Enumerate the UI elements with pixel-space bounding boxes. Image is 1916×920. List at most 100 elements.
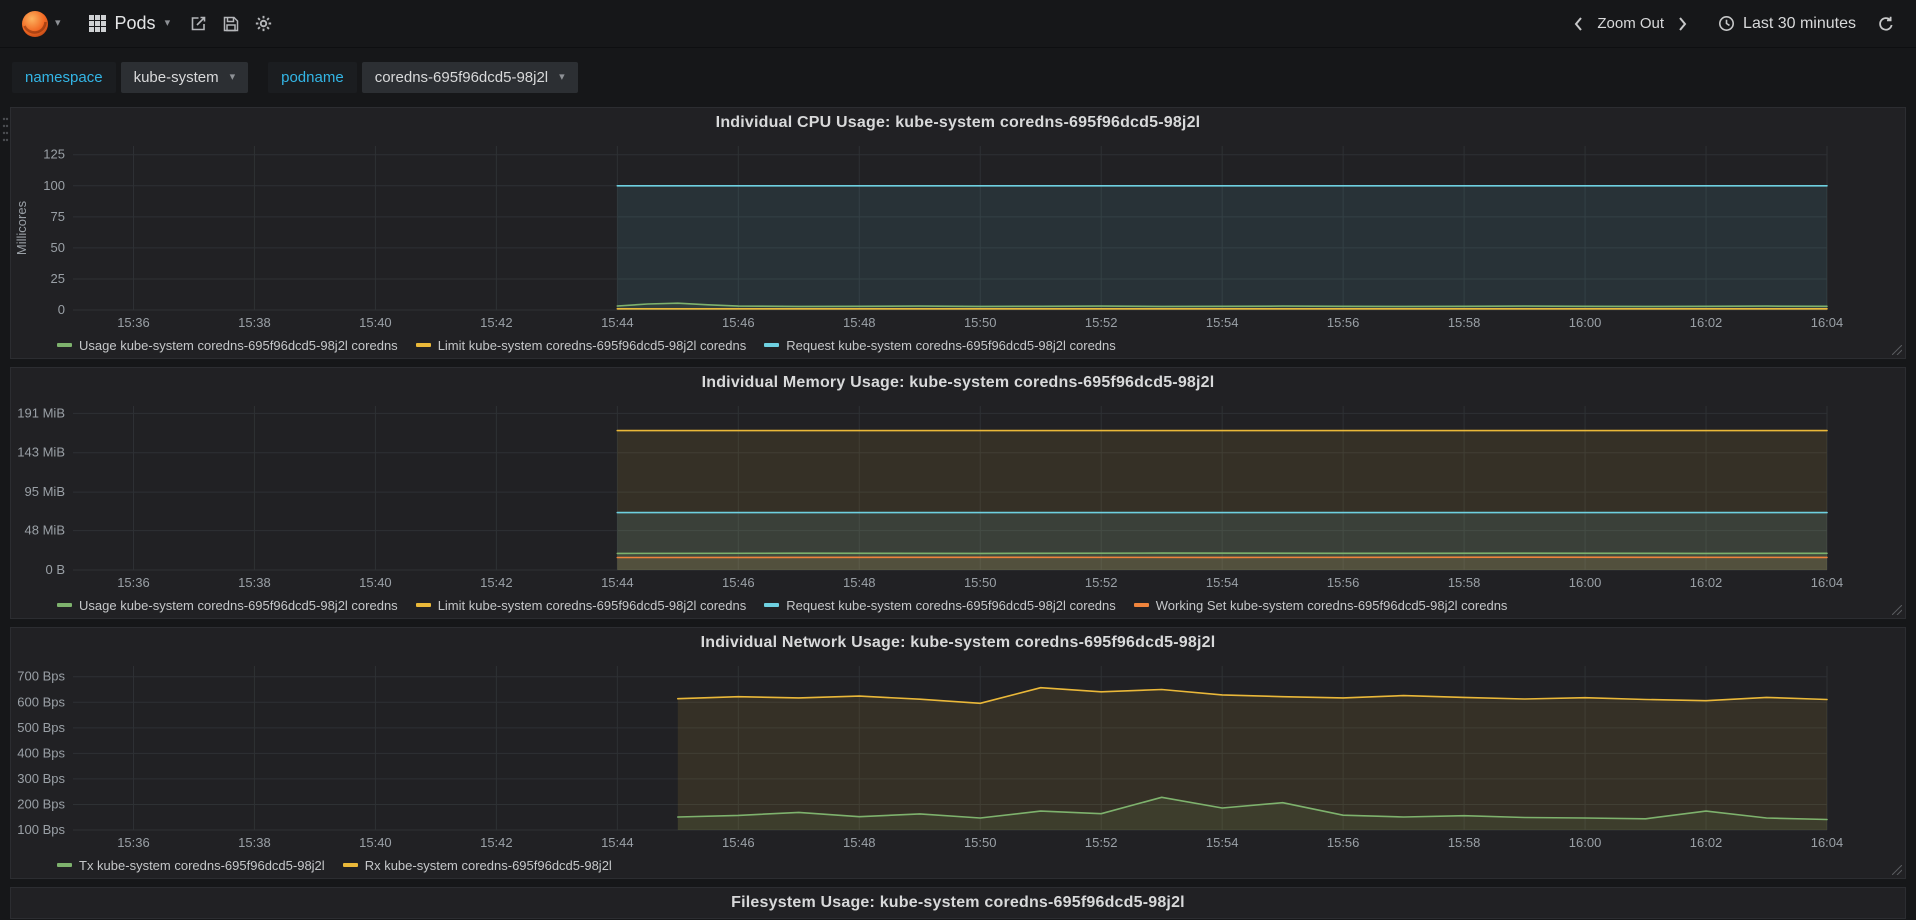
svg-text:15:50: 15:50 [964,575,997,590]
svg-text:16:04: 16:04 [1811,835,1844,850]
grafana-menu-button[interactable]: ▾ [14,5,67,43]
svg-text:0: 0 [58,302,65,317]
legend-series-label: Usage kube-system coredns-695f96dcd5-98j… [79,337,398,353]
svg-text:100: 100 [43,178,65,193]
svg-text:15:58: 15:58 [1448,315,1481,330]
refresh-button[interactable] [1870,10,1902,38]
legend-series-swatch [415,603,431,607]
panel-resize-handle-icon[interactable] [1892,865,1902,875]
time-shift-forward-button[interactable] [1670,10,1696,38]
svg-text:15:52: 15:52 [1085,575,1118,590]
svg-text:15:40: 15:40 [359,835,392,850]
svg-text:15:56: 15:56 [1327,575,1360,590]
navbar: ▾ Pods ▾ Zoom Out Last 30 minutes [0,0,1916,48]
svg-text:50: 50 [51,240,65,255]
gear-icon [255,15,272,32]
dashboard-title: Pods [114,13,156,33]
legend-item[interactable]: Request kube-system coredns-695f96dcd5-9… [764,598,1116,613]
svg-text:300 Bps: 300 Bps [17,771,65,786]
legend-series-swatch [764,343,780,347]
variable-podname-label: podname [268,62,357,93]
variable-podname-select[interactable]: coredns-695f96dcd5-98j2l ▾ [361,62,578,93]
svg-text:15:40: 15:40 [359,315,392,330]
legend-series-swatch [57,863,72,867]
variable-podname-value: coredns-695f96dcd5-98j2l [374,69,549,86]
panel-resize-handle-icon[interactable] [1892,605,1902,615]
svg-text:95 MiB: 95 MiB [25,484,65,499]
legend-series-swatch [764,603,780,607]
dashboard-picker-button[interactable]: Pods ▾ [77,7,183,40]
caret-down-icon: ▾ [164,17,171,29]
legend-item[interactable]: Rx kube-system coredns-695f96dcd5-98j2l [342,857,612,873]
panel-title[interactable]: Individual CPU Usage: kube-system coredn… [11,108,1905,138]
panel-title[interactable]: Individual Memory Usage: kube-system cor… [11,368,1905,398]
svg-text:16:02: 16:02 [1690,315,1723,330]
svg-text:15:42: 15:42 [480,575,513,590]
grafana-logo-icon [22,10,48,37]
panel-title[interactable]: Filesystem Usage: kube-system coredns-69… [11,888,1905,918]
legend-series-label: Rx kube-system coredns-695f96dcd5-98j2l [364,857,612,873]
svg-text:15:38: 15:38 [238,835,271,850]
graph-panel: Individual CPU Usage: kube-system coredn… [2,107,1906,359]
svg-text:16:04: 16:04 [1811,575,1844,590]
svg-text:15:48: 15:48 [843,575,876,590]
svg-text:15:44: 15:44 [601,835,634,850]
svg-text:200 Bps: 200 Bps [17,796,65,811]
legend-series-label: Request kube-system coredns-695f96dcd5-9… [786,337,1116,353]
share-button[interactable] [182,9,215,38]
legend-item[interactable]: Limit kube-system coredns-695f96dcd5-98j… [415,598,746,613]
svg-text:500 Bps: 500 Bps [17,720,65,735]
legend-series-label: Request kube-system coredns-695f96dcd5-9… [786,597,1116,613]
settings-button[interactable] [247,9,280,38]
svg-text:15:52: 15:52 [1085,835,1118,850]
zoom-out-button[interactable]: Zoom Out [1595,11,1666,36]
svg-text:15:42: 15:42 [480,835,513,850]
share-icon [191,16,206,31]
panel-legend: Tx kube-system coredns-695f96dcd5-98j2l R… [11,856,1905,878]
svg-text:16:00: 16:00 [1569,315,1602,330]
svg-text:15:56: 15:56 [1327,835,1360,850]
caret-down-icon: ▾ [559,71,565,83]
svg-text:15:36: 15:36 [117,315,150,330]
legend-item[interactable]: Request kube-system coredns-695f96dcd5-9… [764,338,1116,353]
caret-down-icon: ▾ [55,17,61,29]
legend-item[interactable]: Usage kube-system coredns-695f96dcd5-98j… [57,598,398,613]
refresh-icon [1879,16,1893,31]
graph-canvas[interactable]: 15:36 15:38 15:40 15:42 15:44 15:46 15:48 15:50… [11,138,1905,336]
caret-down-icon: ▾ [229,71,236,83]
graph-canvas[interactable]: 15:36 15:38 15:40 15:42 15:44 15:46 15:48 15:50… [11,658,1905,856]
legend-item[interactable]: Tx kube-system coredns-695f96dcd5-98j2l [57,858,325,873]
svg-text:16:02: 16:02 [1690,835,1723,850]
svg-text:75: 75 [51,209,65,224]
svg-text:15:40: 15:40 [359,575,392,590]
svg-text:16:02: 16:02 [1690,575,1723,590]
svg-text:15:36: 15:36 [117,835,150,850]
graph-canvas[interactable]: 15:36 15:38 15:40 15:42 15:44 15:46 15:48 15:50… [11,398,1905,596]
panel-title[interactable]: Individual Network Usage: kube-system co… [11,628,1905,658]
navbar-left: ▾ Pods ▾ [14,5,280,43]
panel-legend: Usage kube-system coredns-695f96dcd5-98j… [11,596,1905,618]
svg-text:16:04: 16:04 [1811,315,1844,330]
legend-item[interactable]: Working Set kube-system coredns-695f96dc… [1133,598,1507,613]
legend-series-label: Tx kube-system coredns-695f96dcd5-98j2l [79,857,325,873]
svg-text:15:36: 15:36 [117,575,150,590]
row-drag-handle-icon[interactable] [2,116,9,142]
save-button[interactable] [215,10,247,38]
legend-item[interactable]: Usage kube-system coredns-695f96dcd5-98j… [57,338,398,353]
chevron-left-icon [1575,16,1583,31]
save-icon [223,16,239,31]
chevron-right-icon [1679,16,1687,31]
panel-resize-handle-icon[interactable] [1892,345,1902,355]
time-picker-button[interactable]: Last 30 minutes [1708,11,1866,37]
svg-text:0 B: 0 B [45,562,65,577]
legend-series-label: Usage kube-system coredns-695f96dcd5-98j… [79,597,398,613]
svg-text:15:46: 15:46 [722,575,755,590]
svg-text:191 MiB: 191 MiB [17,405,65,420]
time-shift-back-button[interactable] [1565,10,1591,38]
variable-namespace-select[interactable]: kube-system ▾ [120,62,249,93]
svg-text:15:54: 15:54 [1206,835,1239,850]
legend-series-swatch [342,863,358,867]
svg-text:15:38: 15:38 [238,315,271,330]
legend-item[interactable]: Limit kube-system coredns-695f96dcd5-98j… [415,338,746,353]
svg-text:600 Bps: 600 Bps [17,694,65,709]
